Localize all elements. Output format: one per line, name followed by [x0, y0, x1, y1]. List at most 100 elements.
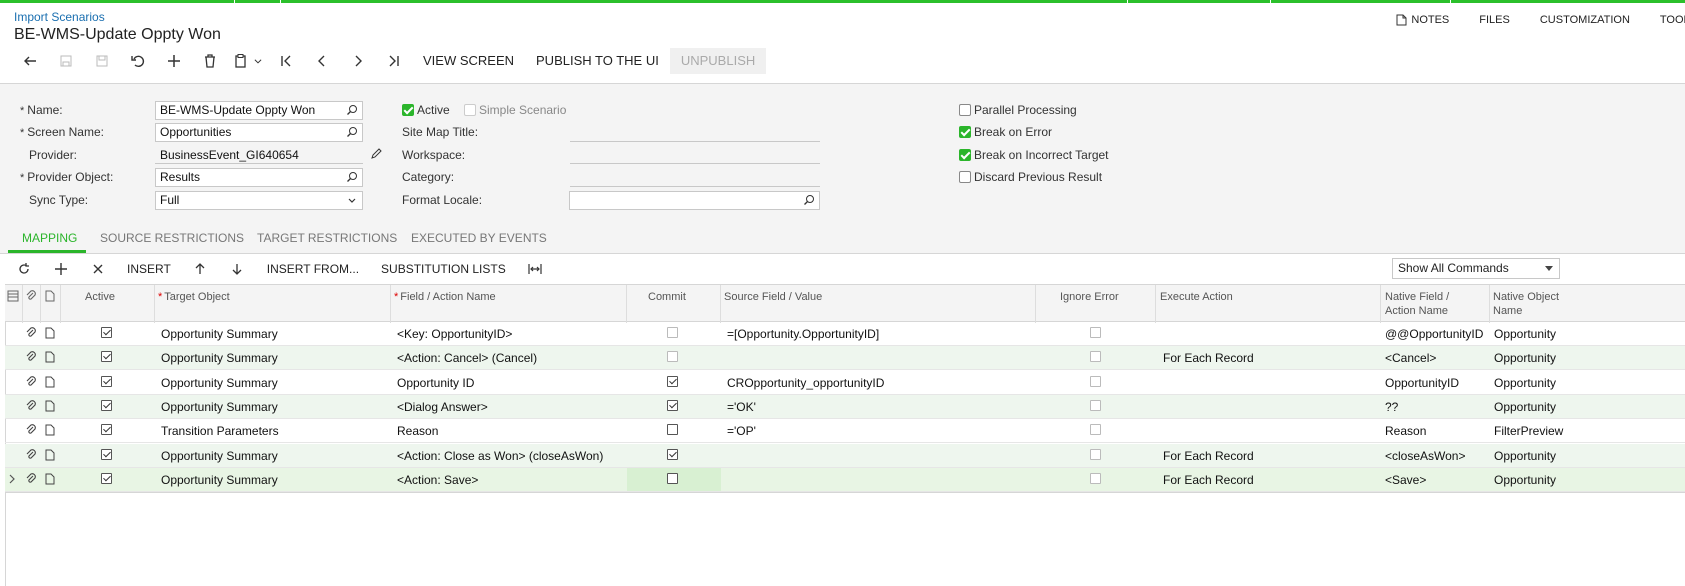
paperclip-icon[interactable] — [25, 327, 37, 339]
undo-button[interactable] — [120, 48, 156, 74]
target-object-cell[interactable]: Opportunity Summary — [161, 351, 278, 365]
parallel-processing-checkbox[interactable] — [959, 104, 971, 116]
table-row[interactable]: Opportunity Summary Opportunity ID CROppor… — [5, 371, 1685, 395]
field-action-cell[interactable]: <Action: Save> — [397, 473, 478, 487]
paperclip-icon[interactable] — [25, 351, 37, 363]
active-checkbox[interactable] — [101, 424, 112, 436]
table-row[interactable]: Opportunity Summary <Key: OpportunityID> =… — [5, 322, 1685, 346]
tab-executed-by-events[interactable]: EXECUTED BY EVENTS — [411, 231, 547, 245]
source-field-cell[interactable]: CROpportunity_opportunityID — [727, 376, 884, 390]
paperclip-icon[interactable] — [25, 424, 37, 436]
active-checkbox[interactable] — [101, 327, 112, 338]
move-down-button[interactable] — [219, 254, 256, 284]
commands-filter-select[interactable]: Show All Commands — [1392, 258, 1560, 279]
note-icon[interactable] — [44, 376, 56, 388]
native-object-cell[interactable]: Opportunity — [1494, 376, 1556, 390]
save-button[interactable] — [48, 48, 84, 74]
commit-checkbox[interactable] — [667, 375, 678, 387]
search-icon[interactable] — [346, 126, 358, 138]
note-icon[interactable] — [44, 327, 56, 339]
ignore-error-checkbox[interactable] — [1090, 351, 1101, 363]
commit-checkbox[interactable] — [667, 351, 678, 363]
native-object-cell[interactable]: Opportunity — [1494, 473, 1556, 487]
break-on-incorrect-target-checkbox[interactable] — [959, 149, 971, 161]
col-commit[interactable]: Commit — [648, 290, 686, 304]
commit-checkbox[interactable] — [667, 327, 678, 338]
active-checkbox[interactable] — [101, 399, 112, 411]
native-object-cell[interactable]: Opportunity — [1494, 327, 1556, 341]
field-action-cell[interactable]: <Key: OpportunityID> — [397, 327, 512, 341]
commit-checkbox[interactable] — [667, 472, 678, 484]
move-up-button[interactable] — [182, 254, 219, 284]
name-input[interactable]: BE-WMS-Update Oppty Won — [155, 101, 363, 120]
save-as-button[interactable] — [84, 48, 120, 74]
refresh-button[interactable] — [5, 254, 42, 284]
native-field-cell[interactable]: ?? — [1385, 400, 1398, 414]
execute-action-cell[interactable]: For Each Record — [1163, 449, 1254, 463]
search-icon[interactable] — [346, 171, 358, 183]
note-icon[interactable] — [44, 449, 56, 461]
add-row-button[interactable] — [42, 254, 79, 284]
breadcrumb[interactable]: Import Scenarios — [14, 10, 105, 24]
unpublish-button[interactable]: UNPUBLISH — [669, 48, 767, 74]
ignore-error-checkbox[interactable] — [1090, 424, 1101, 436]
native-object-cell[interactable]: Opportunity — [1494, 400, 1556, 414]
native-field-cell[interactable]: <Save> — [1385, 473, 1426, 487]
ignore-error-checkbox[interactable] — [1090, 472, 1101, 484]
native-field-cell[interactable]: <Cancel> — [1385, 351, 1436, 365]
note-icon[interactable] — [44, 351, 56, 363]
tools-link[interactable]: TOOLS — [1660, 14, 1685, 26]
sync-type-select[interactable]: Full — [155, 191, 363, 210]
target-object-cell[interactable]: Opportunity Summary — [161, 400, 278, 414]
tab-target-restrictions[interactable]: TARGET RESTRICTIONS — [257, 231, 397, 245]
field-action-cell[interactable]: <Dialog Answer> — [397, 400, 488, 414]
native-field-cell[interactable]: Reason — [1385, 424, 1426, 438]
screen-name-input[interactable]: Opportunities — [155, 123, 363, 142]
previous-record-button[interactable] — [304, 48, 340, 74]
native-field-cell[interactable]: @@OpportunityID — [1385, 327, 1483, 341]
active-checkbox[interactable] — [402, 104, 414, 116]
delete-button[interactable] — [192, 48, 228, 74]
table-row[interactable]: Opportunity Summary <Action: Cancel> (Can… — [5, 346, 1685, 371]
table-row[interactable]: Opportunity Summary <Action: Save> For Eac… — [5, 467, 1685, 492]
paperclip-icon[interactable] — [25, 400, 37, 412]
table-row[interactable]: Transition Parameters Reason ='OP' Reason Fi… — [5, 419, 1685, 444]
provider-object-input[interactable]: Results — [155, 168, 363, 187]
note-icon[interactable] — [44, 400, 56, 412]
tab-mapping[interactable]: MAPPING — [22, 231, 77, 245]
view-screen-button[interactable]: VIEW SCREEN — [412, 48, 525, 74]
last-record-button[interactable] — [376, 48, 412, 74]
target-object-cell[interactable]: Opportunity Summary — [161, 327, 278, 341]
col-native-field[interactable]: Native Field / Action Name — [1385, 290, 1449, 318]
discard-previous-result-checkbox[interactable] — [959, 171, 971, 183]
target-object-cell[interactable]: Opportunity Summary — [161, 473, 278, 487]
ignore-error-checkbox[interactable] — [1090, 327, 1101, 338]
target-object-cell[interactable]: Transition Parameters — [161, 424, 279, 438]
target-object-cell[interactable]: Opportunity Summary — [161, 376, 278, 390]
col-source-field[interactable]: Source Field / Value — [724, 290, 822, 304]
commit-checkbox[interactable] — [667, 424, 678, 436]
active-checkbox[interactable] — [101, 472, 112, 484]
simple-scenario-checkbox[interactable] — [464, 104, 476, 116]
native-object-cell[interactable]: Opportunity — [1494, 449, 1556, 463]
insert-from-button[interactable]: INSERT FROM... — [256, 262, 370, 276]
col-execute-action[interactable]: Execute Action — [1160, 290, 1233, 304]
native-field-cell[interactable]: OpportunityID — [1385, 376, 1459, 390]
field-action-cell[interactable]: Reason — [397, 424, 438, 438]
native-object-cell[interactable]: Opportunity — [1494, 351, 1556, 365]
source-field-cell[interactable]: ='OK' — [727, 400, 756, 414]
native-field-cell[interactable]: <closeAsWon> — [1385, 449, 1466, 463]
field-action-cell[interactable]: <Action: Cancel> (Cancel) — [397, 351, 537, 365]
source-field-cell[interactable]: ='OP' — [727, 424, 756, 438]
active-checkbox[interactable] — [101, 375, 112, 387]
note-icon[interactable] — [44, 424, 56, 436]
break-on-error-checkbox[interactable] — [959, 126, 971, 138]
workspace-field[interactable] — [570, 163, 820, 164]
search-icon[interactable] — [803, 194, 815, 206]
commit-checkbox[interactable] — [667, 399, 678, 411]
col-ignore-error[interactable]: Ignore Error — [1060, 290, 1119, 304]
provider-value[interactable]: BusinessEvent_GI640654 — [160, 148, 299, 162]
site-map-title-field[interactable] — [570, 141, 820, 142]
pencil-icon[interactable] — [370, 147, 383, 160]
publish-button[interactable]: PUBLISH TO THE UI — [525, 48, 670, 74]
